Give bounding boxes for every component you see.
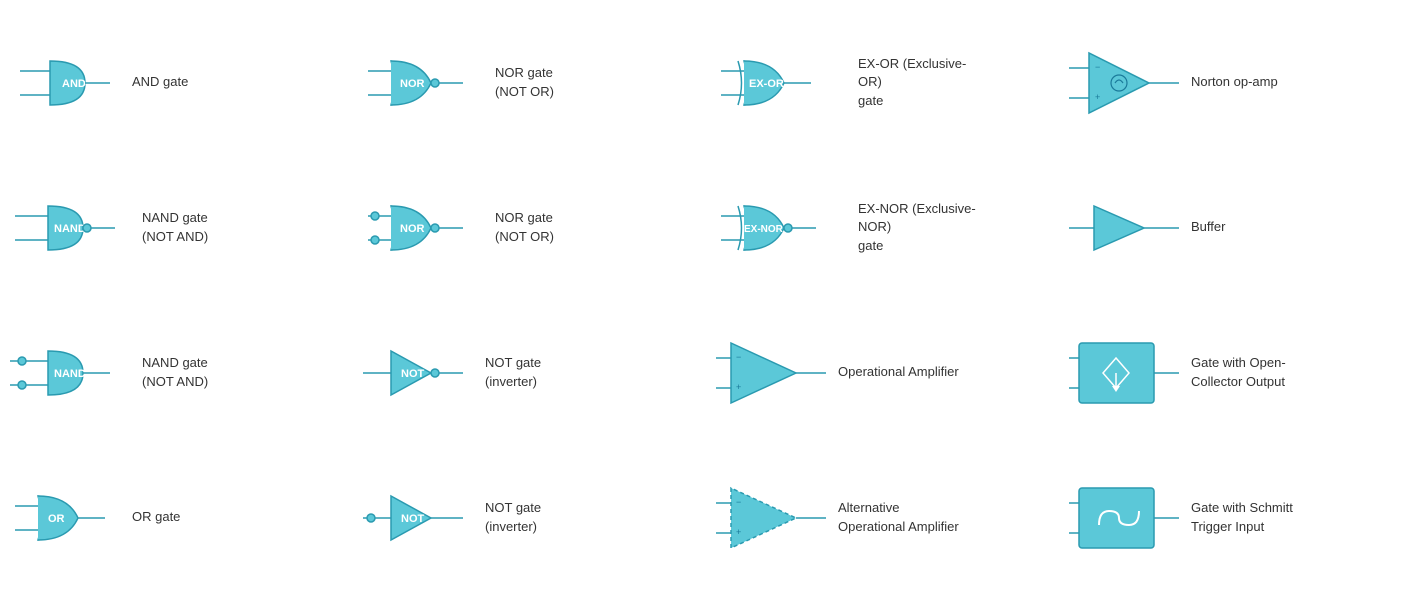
not-gate-2-label: NOT gate(inverter) bbox=[485, 499, 541, 535]
nor-gate-2-label: NOR gate(NOT OR) bbox=[495, 209, 554, 245]
nand-gate-2-label: NAND gate(NOT AND) bbox=[142, 354, 208, 390]
ex-nor-gate-label: EX-NOR (Exclusive-NOR)gate bbox=[858, 200, 988, 255]
cell-schmitt: Gate with SchmittTrigger Input bbox=[1059, 445, 1412, 590]
svg-text:EX-NOR: EX-NOR bbox=[744, 224, 784, 235]
not-gate-1-symbol: NOT bbox=[363, 343, 473, 403]
cell-not-gate-1: NOT NOT gate(inverter) bbox=[353, 300, 706, 445]
nor-gate-1-symbol: NOR bbox=[363, 53, 483, 113]
cell-nor-gate-1: NOR NOR gate(NOT OR) bbox=[353, 10, 706, 155]
norton-opamp-label: Norton op-amp bbox=[1191, 73, 1278, 91]
svg-text:EX-OR: EX-OR bbox=[749, 78, 784, 90]
svg-text:+: + bbox=[1095, 92, 1100, 102]
svg-text:−: − bbox=[736, 352, 741, 362]
nand-gate-1-label: NAND gate(NOT AND) bbox=[142, 209, 208, 245]
svg-text:NAND: NAND bbox=[54, 368, 86, 380]
main-grid: AND AND gate NOR NOR gate(NOT OR) bbox=[0, 0, 1412, 600]
cell-ex-or-gate: EX-OR EX-OR (Exclusive-OR)gate bbox=[706, 10, 1059, 155]
cell-nand-gate-2: NAND NAND gate(NOT AND) bbox=[0, 300, 353, 445]
svg-text:OR: OR bbox=[48, 513, 65, 525]
svg-text:−: − bbox=[736, 497, 741, 507]
cell-opamp: − + Operational Amplifier bbox=[706, 300, 1059, 445]
alt-opamp-symbol: − + bbox=[716, 483, 826, 553]
cell-or-gate: OR OR gate bbox=[0, 445, 353, 590]
or-gate-label: OR gate bbox=[132, 508, 180, 526]
opamp-symbol: − + bbox=[716, 338, 826, 408]
norton-opamp-symbol: − + bbox=[1069, 48, 1179, 118]
ex-or-gate-symbol: EX-OR bbox=[716, 53, 846, 113]
buffer-label: Buffer bbox=[1191, 218, 1225, 236]
nand-gate-2-symbol: NAND bbox=[10, 343, 130, 403]
cell-nand-gate-1: NAND NAND gate(NOT AND) bbox=[0, 155, 353, 300]
schmitt-label: Gate with SchmittTrigger Input bbox=[1191, 499, 1293, 535]
ex-or-gate-label: EX-OR (Exclusive-OR)gate bbox=[858, 55, 988, 110]
svg-text:AND: AND bbox=[62, 78, 86, 90]
or-gate-symbol: OR bbox=[10, 488, 120, 548]
cell-buffer: Buffer bbox=[1059, 155, 1412, 300]
opamp-label: Operational Amplifier bbox=[838, 363, 959, 381]
svg-text:NOT: NOT bbox=[401, 368, 425, 380]
schmitt-symbol bbox=[1069, 483, 1179, 553]
nor-gate-1-label: NOR gate(NOT OR) bbox=[495, 64, 554, 100]
cell-not-gate-2: NOT NOT gate(inverter) bbox=[353, 445, 706, 590]
not-gate-2-symbol: NOT bbox=[363, 488, 473, 548]
cell-open-collector: Gate with Open-Collector Output bbox=[1059, 300, 1412, 445]
ex-nor-gate-symbol: EX-NOR bbox=[716, 198, 846, 258]
cell-norton-opamp: − + Norton op-amp bbox=[1059, 10, 1412, 155]
cell-ex-nor-gate: EX-NOR EX-NOR (Exclusive-NOR)gate bbox=[706, 155, 1059, 300]
cell-and-gate: AND AND gate bbox=[0, 10, 353, 155]
not-gate-1-label: NOT gate(inverter) bbox=[485, 354, 541, 390]
svg-text:NOR: NOR bbox=[400, 223, 425, 235]
svg-text:+: + bbox=[736, 527, 741, 537]
svg-text:−: − bbox=[1095, 62, 1100, 72]
open-collector-label: Gate with Open-Collector Output bbox=[1191, 354, 1286, 390]
open-collector-symbol bbox=[1069, 338, 1179, 408]
nor-gate-2-symbol: NOR bbox=[363, 198, 483, 258]
svg-text:NAND: NAND bbox=[54, 223, 86, 235]
nand-gate-1-symbol: NAND bbox=[10, 198, 130, 258]
svg-text:+: + bbox=[736, 382, 741, 392]
and-gate-symbol: AND bbox=[10, 53, 120, 113]
buffer-symbol bbox=[1069, 198, 1179, 258]
cell-alt-opamp: − + AlternativeOperational Amplifier bbox=[706, 445, 1059, 590]
svg-text:NOT: NOT bbox=[401, 513, 425, 525]
alt-opamp-label: AlternativeOperational Amplifier bbox=[838, 499, 959, 535]
cell-nor-gate-2: NOR NOR gate(NOT OR) bbox=[353, 155, 706, 300]
and-gate-label: AND gate bbox=[132, 73, 188, 91]
svg-text:NOR: NOR bbox=[400, 78, 425, 90]
